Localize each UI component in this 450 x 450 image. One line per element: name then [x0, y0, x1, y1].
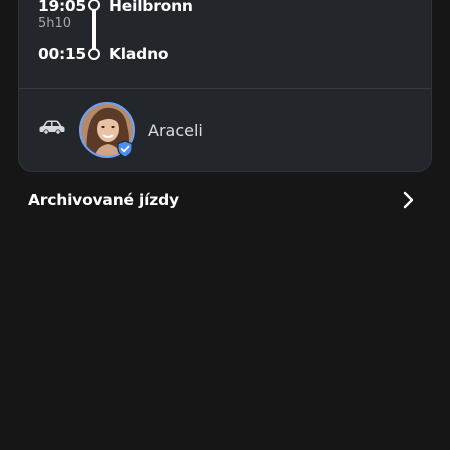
- departure-time: 19:05: [38, 0, 86, 15]
- archived-rides-row[interactable]: Archivované jízdy: [0, 182, 450, 218]
- shield-check-icon: [117, 140, 133, 158]
- arrival-time: 00:15: [38, 45, 86, 63]
- driver-avatar-button[interactable]: [79, 102, 135, 158]
- origin-dot-icon: [88, 0, 100, 11]
- trip-card[interactable]: 19:05 5h10 00:15 Heilbronn Kladno Aracel…: [18, 0, 432, 172]
- archived-rides-label: Archivované jízdy: [28, 191, 179, 209]
- destination-dot-icon: [88, 48, 100, 60]
- trip-duration: 5h10: [38, 16, 72, 31]
- card-divider: [19, 88, 431, 89]
- driver-name: Araceli: [148, 121, 203, 140]
- car-icon: [39, 120, 65, 135]
- origin-city: Heilbronn: [109, 0, 193, 15]
- destination-city: Kladno: [109, 45, 169, 63]
- chevron-right-icon: [403, 191, 414, 209]
